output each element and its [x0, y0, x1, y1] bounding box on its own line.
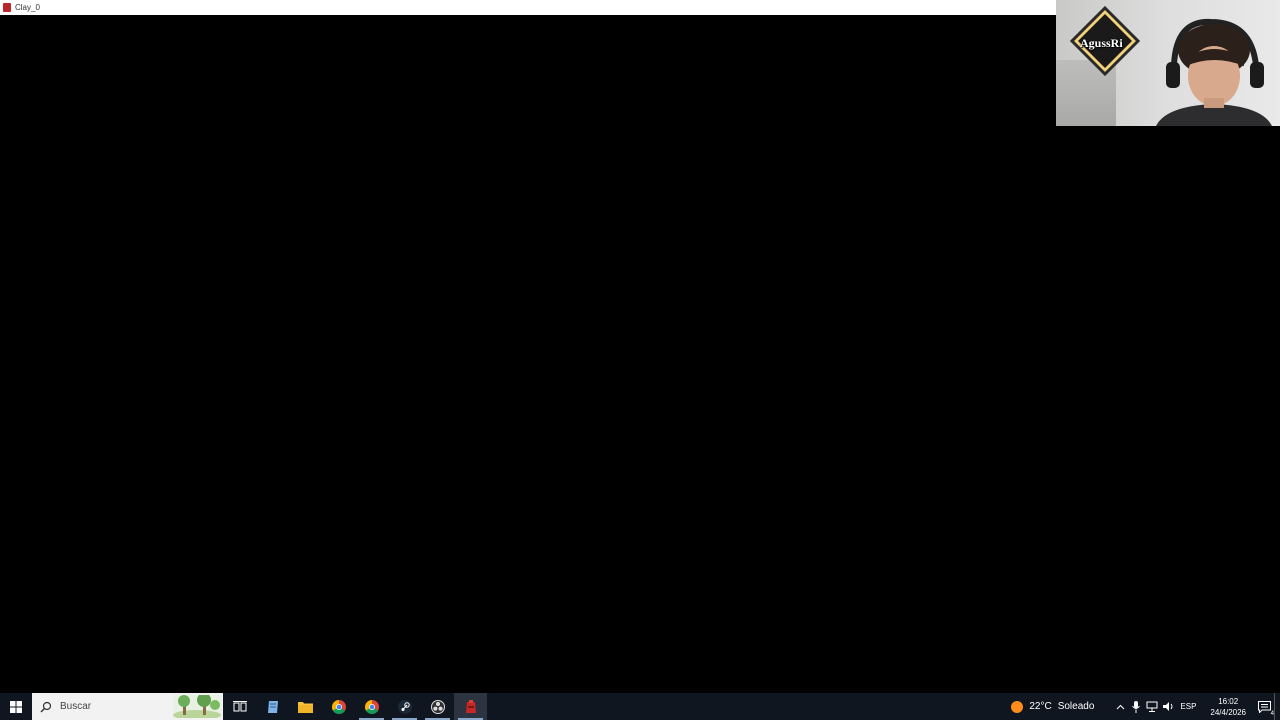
taskbar-app-chrome-2[interactable]: [355, 693, 388, 720]
notepad-icon: [267, 700, 278, 713]
chrome-icon: [331, 699, 346, 714]
network-icon: [1146, 701, 1158, 712]
microphone-tray-button[interactable]: [1128, 693, 1144, 720]
obs-icon: [430, 699, 445, 714]
show-hidden-icons-button[interactable]: [1112, 693, 1128, 720]
taskbar-app-file-explorer[interactable]: [289, 693, 322, 720]
search-input[interactable]: [58, 700, 172, 713]
search-icon: [40, 701, 52, 712]
sun-icon: [1011, 700, 1024, 713]
task-view-button[interactable]: [223, 693, 256, 720]
window-title: Clay_0: [15, 3, 40, 12]
system-tray: 22°C Soleado ESP 16:02 24/4/2026 4: [1011, 693, 1280, 720]
clay-app-icon: [3, 3, 11, 12]
taskbar: 22°C Soleado: [0, 693, 1280, 720]
action-center-button[interactable]: 4: [1254, 693, 1274, 720]
chrome-icon: [364, 699, 379, 714]
taskbar-search-box[interactable]: [32, 693, 223, 720]
windows-logo-icon: [10, 700, 22, 713]
volume-tray-button[interactable]: [1160, 693, 1176, 720]
chevron-up-icon: [1116, 704, 1125, 709]
input-language-indicator[interactable]: ESP: [1180, 702, 1196, 711]
taskbar-app-chrome[interactable]: [322, 693, 355, 720]
webcam-overlay: AgussRi: [1056, 0, 1280, 126]
clock-date: 24/4/2026: [1210, 707, 1246, 717]
taskbar-clock[interactable]: 16:02 24/4/2026: [1210, 696, 1246, 718]
folder-icon: [298, 702, 313, 713]
weather-condition: Soleado: [1057, 701, 1095, 712]
show-desktop-button[interactable]: [1274, 693, 1280, 720]
clay-app-icon: [465, 699, 476, 713]
network-tray-button[interactable]: [1144, 693, 1160, 720]
notification-count-badge: 4: [1270, 711, 1274, 717]
taskbar-app-notepad[interactable]: [256, 693, 289, 720]
notification-icon: [1257, 700, 1271, 713]
streamer-video: [1116, 10, 1276, 126]
weather-widget[interactable]: 22°C Soleado: [1011, 700, 1100, 713]
search-highlight-illustration-icon: [173, 695, 221, 718]
taskbar-app-steam[interactable]: [388, 693, 421, 720]
weather-temperature: 22°C: [1029, 701, 1052, 712]
start-button[interactable]: [0, 693, 32, 720]
steam-icon: [397, 699, 412, 714]
clock-time: 16:02: [1218, 696, 1239, 706]
speaker-icon: [1163, 702, 1173, 711]
taskbar-app-obs[interactable]: [421, 693, 454, 720]
taskbar-app-clay-game[interactable]: [454, 693, 487, 720]
microphone-icon: [1132, 700, 1141, 713]
task-view-icon: [232, 700, 247, 711]
